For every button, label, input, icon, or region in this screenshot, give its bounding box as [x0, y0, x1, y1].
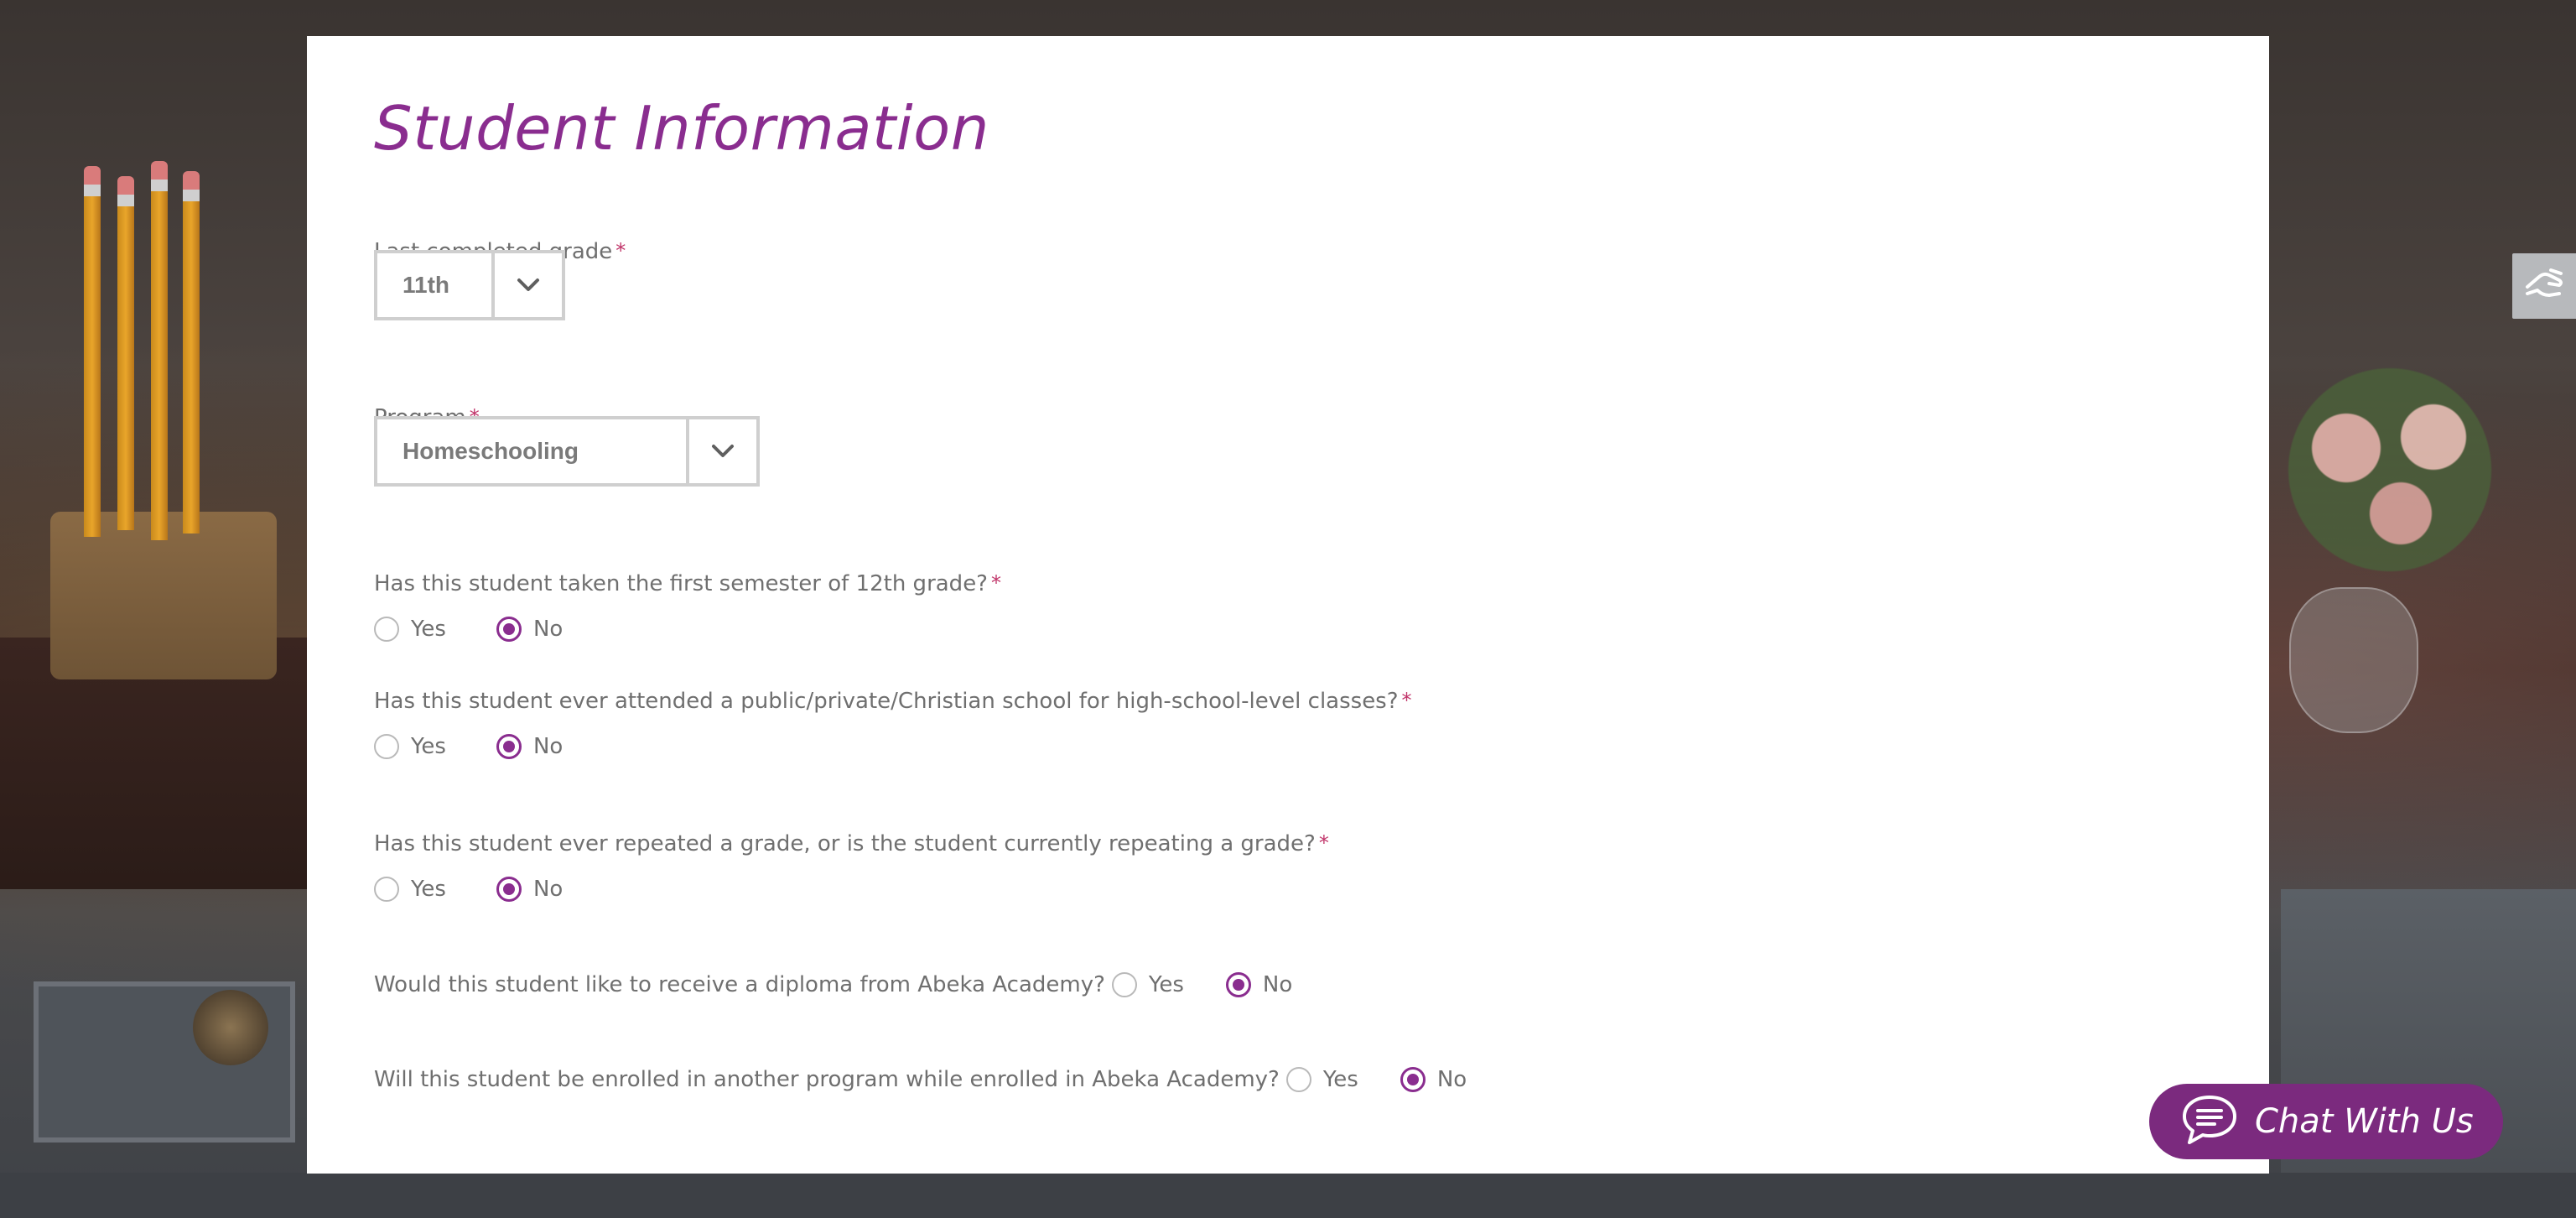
- question-text: Has this student ever repeated a grade, …: [374, 831, 1316, 856]
- background-flowers: [2281, 361, 2499, 579]
- question-repeated-grade-label: Has this student ever repeated a grade, …: [374, 831, 1329, 856]
- form-title: Student Information: [374, 93, 989, 164]
- radio-no-circle-selected[interactable]: [496, 617, 522, 642]
- radio-yes-label: Yes: [1322, 1067, 1358, 1092]
- chevron-down-icon[interactable]: [491, 253, 562, 317]
- question-text: Has this student ever attended a public/…: [374, 689, 1399, 714]
- radio-no-circle-selected[interactable]: [496, 877, 522, 902]
- question-attended-school-label: Has this student ever attended a public/…: [374, 689, 1412, 714]
- background-bottom-band: [0, 1173, 2576, 1218]
- background-drawer-knob: [193, 990, 268, 1065]
- radio-no-circle-selected[interactable]: [1400, 1067, 1426, 1092]
- background-pencil: [151, 161, 168, 540]
- background-pencil: [84, 166, 101, 537]
- radio-no-label: No: [1436, 1067, 1467, 1092]
- radio-no-circle-selected[interactable]: [496, 734, 522, 759]
- background-cabinet: [2281, 889, 2576, 1218]
- question-repeated-grade-options: Yes No: [374, 877, 563, 902]
- radio-no-circle-selected[interactable]: [1225, 972, 1251, 997]
- radio-yes[interactable]: Yes: [374, 877, 446, 902]
- question-another-program-row: Will this student be enrolled in another…: [374, 1067, 1467, 1092]
- question-text: Has this student taken the first semeste…: [374, 571, 988, 596]
- radio-no[interactable]: No: [496, 734, 563, 759]
- student-information-form: Student Information Last completed grade…: [307, 36, 2269, 1174]
- radio-yes[interactable]: Yes: [1285, 1067, 1358, 1092]
- radio-yes[interactable]: Yes: [374, 734, 446, 759]
- question-attended-school-options: Yes No: [374, 734, 563, 759]
- background-pencil: [183, 171, 200, 534]
- radio-no[interactable]: No: [496, 877, 563, 902]
- background-vase: [2289, 587, 2418, 733]
- radio-no-label: No: [532, 877, 564, 902]
- chevron-down-icon[interactable]: [686, 419, 756, 483]
- radio-yes-circle[interactable]: [374, 617, 399, 642]
- radio-no-label: No: [532, 617, 564, 642]
- accessibility-tab[interactable]: [2512, 253, 2576, 319]
- question-first-semester-12th-options: Yes No: [374, 617, 563, 642]
- program-select-value: Homeschooling: [402, 438, 579, 464]
- required-asterisk: *: [991, 571, 1001, 595]
- chat-button-label: Chat With Us: [2255, 1102, 2474, 1141]
- radio-yes[interactable]: Yes: [374, 617, 446, 642]
- radio-yes[interactable]: Yes: [1111, 972, 1184, 997]
- chat-with-us-button[interactable]: Chat With Us: [2149, 1084, 2503, 1159]
- radio-yes-circle[interactable]: [374, 734, 399, 759]
- question-diploma-row: Would this student like to receive a dip…: [374, 972, 1292, 997]
- radio-no-label: No: [532, 734, 564, 759]
- radio-yes-label: Yes: [411, 877, 446, 902]
- question-diploma-label: Would this student like to receive a dip…: [374, 972, 1105, 997]
- radio-yes-label: Yes: [1148, 972, 1184, 997]
- radio-no[interactable]: No: [1225, 972, 1293, 997]
- accessibility-hand-icon: [2522, 265, 2566, 308]
- radio-yes-label: Yes: [411, 617, 446, 642]
- grade-select-value: 11th: [402, 272, 450, 298]
- radio-no[interactable]: No: [1400, 1067, 1467, 1092]
- question-another-program-label: Will this student be enrolled in another…: [374, 1067, 1280, 1092]
- question-first-semester-12th-label: Has this student taken the first semeste…: [374, 571, 1001, 596]
- program-select[interactable]: Homeschooling: [374, 416, 760, 487]
- required-asterisk: *: [1401, 689, 1412, 712]
- chat-bubble-icon: [2179, 1092, 2240, 1152]
- background-pencil: [117, 176, 134, 530]
- required-asterisk: *: [1318, 831, 1329, 855]
- required-asterisk: *: [615, 239, 626, 263]
- radio-yes-circle[interactable]: [1285, 1067, 1311, 1092]
- radio-no-label: No: [1262, 972, 1293, 997]
- radio-no[interactable]: No: [496, 617, 563, 642]
- radio-yes-circle[interactable]: [1111, 972, 1137, 997]
- radio-yes-circle[interactable]: [374, 877, 399, 902]
- grade-select[interactable]: 11th: [374, 250, 565, 320]
- radio-yes-label: Yes: [411, 734, 446, 759]
